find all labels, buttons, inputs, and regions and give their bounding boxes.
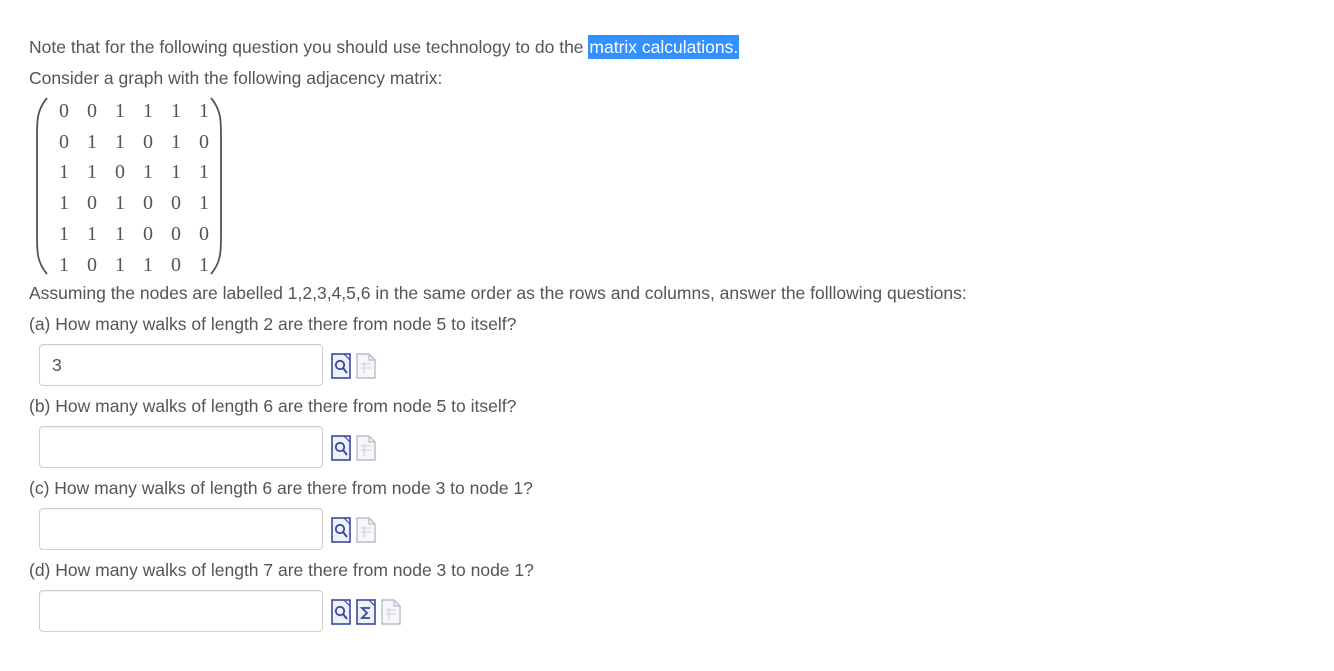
matrix-cell: 0 [87, 99, 97, 122]
matrix-cell: 1 [143, 253, 153, 276]
part-a-label: (a) How many walks of length 2 are there… [29, 314, 517, 334]
preview-icon[interactable] [331, 517, 351, 543]
matrix-row: 1 0 1 1 0 1 [50, 250, 218, 281]
intro-line: Note that for the following question you… [29, 35, 740, 59]
matrix-cell: 0 [59, 99, 69, 122]
matrix-cell: 1 [115, 223, 125, 246]
matrix-grid: 0 0 1 1 1 1 0 1 1 0 1 0 1 1 0 1 1 1 1 0 … [50, 96, 218, 281]
part-a-answer-row [39, 343, 376, 387]
intro-text: Note that for the following question you… [29, 37, 589, 57]
matrix-cell: 0 [115, 161, 125, 184]
sheet-icon[interactable] [356, 517, 376, 543]
matrix-cell: 1 [87, 223, 97, 246]
matrix-cell: 1 [199, 161, 209, 184]
matrix-cell: 0 [87, 253, 97, 276]
sheet-icon[interactable] [356, 353, 376, 379]
part-d-answer-input[interactable] [39, 590, 323, 632]
matrix-cell: 1 [199, 192, 209, 215]
part-c-label: (c) How many walks of length 6 are there… [29, 478, 533, 498]
part-b-answer-row [39, 425, 376, 469]
matrix-cell: 0 [171, 223, 181, 246]
matrix-cell: 0 [143, 192, 153, 215]
matrix-cell: 1 [59, 253, 69, 276]
preview-icon[interactable] [331, 599, 351, 625]
matrix-cell: 1 [59, 192, 69, 215]
matrix-cell: 1 [143, 161, 153, 184]
matrix-cell: 0 [171, 192, 181, 215]
matrix-cell: 1 [143, 99, 153, 122]
matrix-cell: 1 [115, 99, 125, 122]
matrix-cell: 0 [199, 130, 209, 153]
part-c-answer-input[interactable] [39, 508, 323, 550]
consider-text: Consider a graph with the following adja… [29, 68, 443, 88]
matrix-cell: 0 [87, 192, 97, 215]
matrix-cell: 1 [115, 192, 125, 215]
matrix-row: 1 1 0 1 1 1 [50, 158, 218, 189]
sheet-icon[interactable] [381, 599, 401, 625]
matrix-cell: 1 [87, 161, 97, 184]
matrix-row: 0 1 1 0 1 0 [50, 127, 218, 158]
matrix-cell: 1 [171, 130, 181, 153]
matrix-cell: 1 [115, 130, 125, 153]
preview-icon[interactable] [331, 353, 351, 379]
sheet-icon[interactable] [356, 435, 376, 461]
assuming-text: Assuming the nodes are labelled 1,2,3,4,… [29, 283, 967, 303]
matrix-cell: 1 [59, 161, 69, 184]
matrix-cell: 0 [199, 223, 209, 246]
matrix-cell: 1 [115, 253, 125, 276]
matrix-cell: 0 [143, 130, 153, 153]
part-c-answer-row [39, 507, 376, 551]
adjacency-matrix: 0 0 1 1 1 1 0 1 1 0 1 0 1 1 0 1 1 1 1 0 … [35, 96, 223, 276]
selected-text-highlight[interactable]: matrix calculations. [588, 35, 740, 59]
preview-icon[interactable] [331, 435, 351, 461]
matrix-row: 0 0 1 1 1 1 [50, 96, 218, 127]
matrix-cell: 1 [87, 130, 97, 153]
part-d-answer-row [39, 589, 401, 633]
part-a-answer-input[interactable] [39, 344, 323, 386]
part-b-label: (b) How many walks of length 6 are there… [29, 396, 517, 416]
matrix-cell: 1 [199, 99, 209, 122]
matrix-cell: 1 [171, 161, 181, 184]
sum-icon[interactable] [356, 599, 376, 625]
matrix-cell: 1 [59, 223, 69, 246]
matrix-row: 1 0 1 0 0 1 [50, 188, 218, 219]
matrix-cell: 1 [171, 99, 181, 122]
part-d-label: (d) How many walks of length 7 are there… [29, 560, 534, 580]
matrix-cell: 0 [59, 130, 69, 153]
matrix-cell: 1 [199, 253, 209, 276]
matrix-cell: 0 [143, 223, 153, 246]
matrix-row: 1 1 1 0 0 0 [50, 219, 218, 250]
matrix-cell: 0 [171, 253, 181, 276]
part-b-answer-input[interactable] [39, 426, 323, 468]
